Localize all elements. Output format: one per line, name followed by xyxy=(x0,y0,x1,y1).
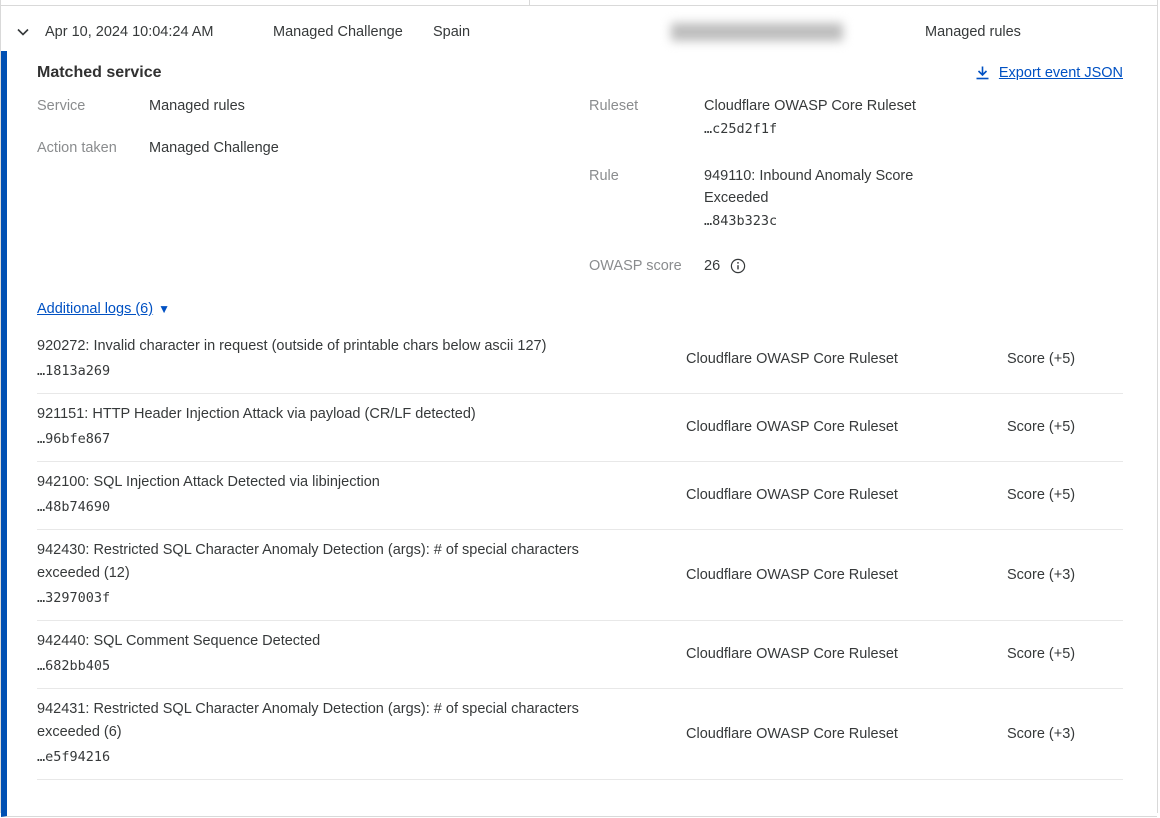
additional-logs-list: 920272: Invalid character in request (ou… xyxy=(37,326,1123,780)
caret-down-icon: ▼ xyxy=(158,303,170,315)
owasp-score-label: OWASP score xyxy=(589,255,704,277)
rule-name: 949110: Inbound Anomaly Score Exceeded xyxy=(704,165,949,209)
event-detail-container: Apr 10, 2024 10:04:24 AM Managed Challen… xyxy=(0,0,1158,813)
table-row: 921151: HTTP Header Injection Attack via… xyxy=(37,394,1123,462)
owasp-score-field: OWASP score 26 xyxy=(589,255,1123,277)
rule-hash: …843b323c xyxy=(704,209,949,233)
log-hash: …e5f94216 xyxy=(37,745,686,769)
column-divider-tick xyxy=(529,0,530,6)
log-score: Score (+5) xyxy=(1007,646,1123,662)
event-action: Managed Challenge xyxy=(273,24,433,40)
action-taken-label: Action taken xyxy=(37,137,149,159)
service-field: Service Managed rules xyxy=(37,95,589,117)
redacted-host-field xyxy=(671,23,843,41)
log-description: 942440: SQL Comment Sequence Detected xyxy=(37,630,625,653)
action-taken-value: Managed Challenge xyxy=(149,137,279,159)
event-row-header[interactable]: Apr 10, 2024 10:04:24 AM Managed Challen… xyxy=(1,5,1157,51)
log-description: 921151: HTTP Header Injection Attack via… xyxy=(37,403,625,426)
owasp-score-value: 26 xyxy=(704,255,720,277)
log-ruleset: Cloudflare OWASP Core Ruleset xyxy=(686,646,1007,662)
expand-collapse-button[interactable] xyxy=(1,24,45,40)
ruleset-name: Cloudflare OWASP Core Ruleset xyxy=(704,95,949,117)
log-ruleset: Cloudflare OWASP Core Ruleset xyxy=(686,419,1007,435)
matched-service-panel: Matched service Export event JSON Servic… xyxy=(1,51,1157,817)
log-hash: …96bfe867 xyxy=(37,427,686,451)
table-row: 942100: SQL Injection Attack Detected vi… xyxy=(37,462,1123,530)
table-row: 920272: Invalid character in request (ou… xyxy=(37,326,1123,394)
rule-label: Rule xyxy=(589,165,704,233)
log-hash: …3297003f xyxy=(37,586,686,610)
log-ruleset: Cloudflare OWASP Core Ruleset xyxy=(686,351,1007,367)
additional-logs-label: Additional logs (6) xyxy=(37,301,153,317)
log-score: Score (+3) xyxy=(1007,726,1123,742)
event-timestamp: Apr 10, 2024 10:04:24 AM xyxy=(45,24,273,40)
rule-field: Rule 949110: Inbound Anomaly Score Excee… xyxy=(589,165,1123,233)
table-row: 942430: Restricted SQL Character Anomaly… xyxy=(37,530,1123,621)
export-link-label: Export event JSON xyxy=(999,65,1123,81)
panel-title: Matched service xyxy=(37,64,162,82)
log-hash: …48b74690 xyxy=(37,495,686,519)
log-score: Score (+5) xyxy=(1007,487,1123,503)
log-description: 920272: Invalid character in request (ou… xyxy=(37,335,625,358)
log-description: 942100: SQL Injection Attack Detected vi… xyxy=(37,471,625,494)
log-ruleset: Cloudflare OWASP Core Ruleset xyxy=(686,487,1007,503)
download-icon xyxy=(975,65,990,81)
info-icon[interactable] xyxy=(730,258,746,274)
service-value: Managed rules xyxy=(149,95,245,117)
table-row: 942440: SQL Comment Sequence Detected …6… xyxy=(37,621,1123,689)
action-taken-field: Action taken Managed Challenge xyxy=(37,137,589,159)
ruleset-field: Ruleset Cloudflare OWASP Core Ruleset …c… xyxy=(589,95,1123,141)
log-description: 942430: Restricted SQL Character Anomaly… xyxy=(37,539,625,585)
ruleset-hash: …c25d2f1f xyxy=(704,117,949,141)
ruleset-label: Ruleset xyxy=(589,95,704,141)
log-score: Score (+5) xyxy=(1007,351,1123,367)
log-ruleset: Cloudflare OWASP Core Ruleset xyxy=(686,567,1007,583)
event-service: Managed rules xyxy=(925,24,1021,40)
additional-logs-link[interactable]: Additional logs (6) ▼ xyxy=(37,301,170,317)
table-row: 942431: Restricted SQL Character Anomaly… xyxy=(37,689,1123,780)
log-hash: …682bb405 xyxy=(37,654,686,678)
event-country: Spain xyxy=(433,24,671,40)
log-score: Score (+3) xyxy=(1007,567,1123,583)
log-score: Score (+5) xyxy=(1007,419,1123,435)
chevron-down-icon xyxy=(15,24,31,40)
export-event-json-link[interactable]: Export event JSON xyxy=(975,65,1123,81)
log-description: 942431: Restricted SQL Character Anomaly… xyxy=(37,698,625,744)
detail-fields: Service Managed rules Action taken Manag… xyxy=(37,95,1123,277)
service-label: Service xyxy=(37,95,149,117)
log-hash: …1813a269 xyxy=(37,359,686,383)
log-ruleset: Cloudflare OWASP Core Ruleset xyxy=(686,726,1007,742)
